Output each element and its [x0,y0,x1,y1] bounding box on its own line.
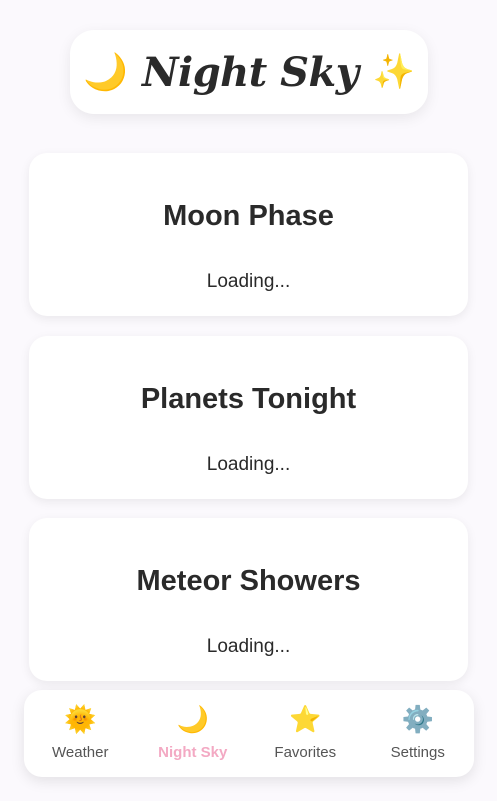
card-title: Moon Phase [163,200,334,232]
card-status: Loading... [206,636,291,657]
bottom-nav: 🌞 Weather 🌙 Night Sky ⭐ Favorites ⚙️ Set… [24,690,474,777]
nav-label: Night Sky [158,744,228,761]
nav-label: Favorites [274,744,337,761]
app-header: 🌙 Night Sky ✨ [70,30,428,114]
card-title: Planets Tonight [140,383,357,415]
nav-label: Weather [52,744,109,761]
card-status: Loading... [206,454,291,475]
nav-label: Settings [390,744,445,761]
nav-item-night-sky[interactable]: 🌙 Night Sky [143,706,243,761]
crescent-moon-icon: 🌙 [83,51,128,92]
nav-item-settings[interactable]: ⚙️ Settings [368,706,468,761]
nav-item-weather[interactable]: 🌞 Weather [30,706,130,761]
card-title: Meteor Showers [136,565,361,597]
moon-phase-card: Moon Phase Loading... [29,153,468,316]
nav-item-favorites[interactable]: ⭐ Favorites [255,706,355,761]
gear-icon: ⚙️ [401,704,434,734]
sun-icon: 🌞 [64,704,97,734]
sparkles-icon: ✨ [372,53,415,91]
card-status: Loading... [206,271,291,292]
crescent-moon-icon: 🌙 [176,704,209,734]
planets-tonight-card: Planets Tonight Loading... [29,336,468,499]
page-title: Night Sky [141,48,359,96]
star-icon: ⭐ [289,704,322,734]
meteor-showers-card: Meteor Showers Loading... [29,518,468,681]
